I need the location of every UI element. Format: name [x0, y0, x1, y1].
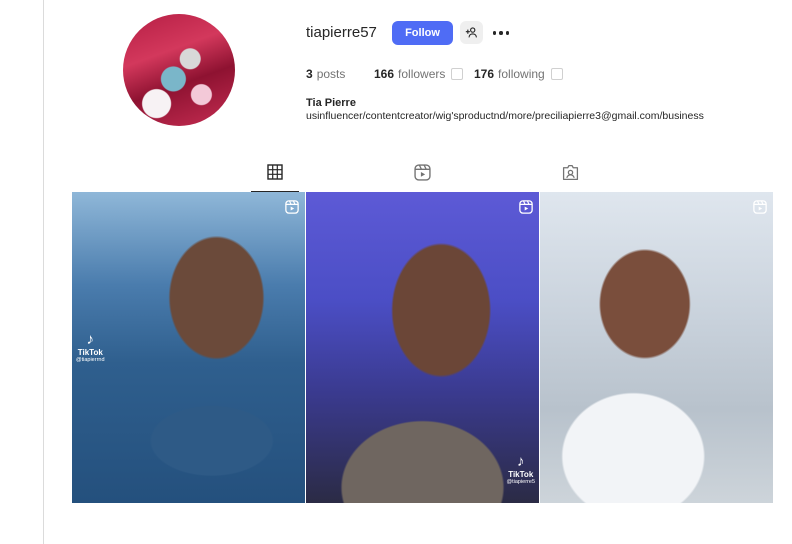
suggest-user-button[interactable] [460, 21, 483, 44]
post-thumbnail[interactable]: ♪ TikTok @tiapierre5 [306, 192, 539, 503]
profile-username: tiapierre57 [306, 24, 377, 41]
more-options-button[interactable] [490, 22, 512, 44]
tab-posts[interactable] [251, 164, 299, 192]
placeholder-box-icon [550, 68, 563, 80]
following-label: following [498, 67, 545, 81]
post-thumbnail[interactable]: ♪ TikTok @tiapierrnd [72, 192, 305, 503]
reel-indicator-icon [285, 200, 299, 214]
tiktok-logo-icon: ♪ [516, 453, 525, 470]
dot-icon [499, 31, 503, 35]
reels-icon [413, 164, 431, 181]
tab-tagged[interactable] [546, 164, 594, 192]
posts-stat: 3 posts [306, 67, 345, 81]
dot-icon [492, 31, 497, 35]
tiktok-label: TikTok [508, 469, 534, 479]
followers-label: followers [398, 67, 446, 81]
profile-avatar[interactable] [123, 14, 235, 126]
left-nav-divider [43, 0, 44, 544]
reel-indicator-icon [753, 200, 767, 214]
follow-button[interactable]: Follow [392, 21, 453, 45]
tiktok-handle: @tiapierrnd [76, 357, 105, 364]
add-person-icon [465, 27, 477, 38]
profile-bio: usinfluencer/contentcreator/wig'sproduct… [306, 110, 704, 122]
post-thumbnail[interactable] [540, 192, 773, 503]
tiktok-logo-icon: ♪ [86, 331, 95, 348]
tab-reels[interactable] [398, 164, 446, 192]
placeholder-box-icon [451, 68, 464, 80]
following-stat[interactable]: 176 following [474, 67, 563, 81]
following-count: 176 [474, 67, 495, 81]
grid-icon [267, 164, 283, 180]
tiktok-watermark: ♪ TikTok @tiapierre5 [506, 453, 535, 486]
reel-indicator-icon [519, 200, 533, 214]
followers-stat[interactable]: 166 followers [374, 67, 464, 81]
posts-count: 3 [306, 67, 313, 81]
tagged-icon [562, 164, 578, 181]
profile-full-name: Tia Pierre [306, 97, 356, 109]
tiktok-handle: @tiapierre5 [506, 479, 535, 486]
followers-count: 166 [374, 67, 395, 81]
dot-icon [505, 31, 510, 35]
tiktok-label: TikTok [77, 347, 103, 357]
posts-label: posts [316, 67, 346, 81]
tiktok-watermark: ♪ TikTok @tiapierrnd [76, 331, 105, 364]
